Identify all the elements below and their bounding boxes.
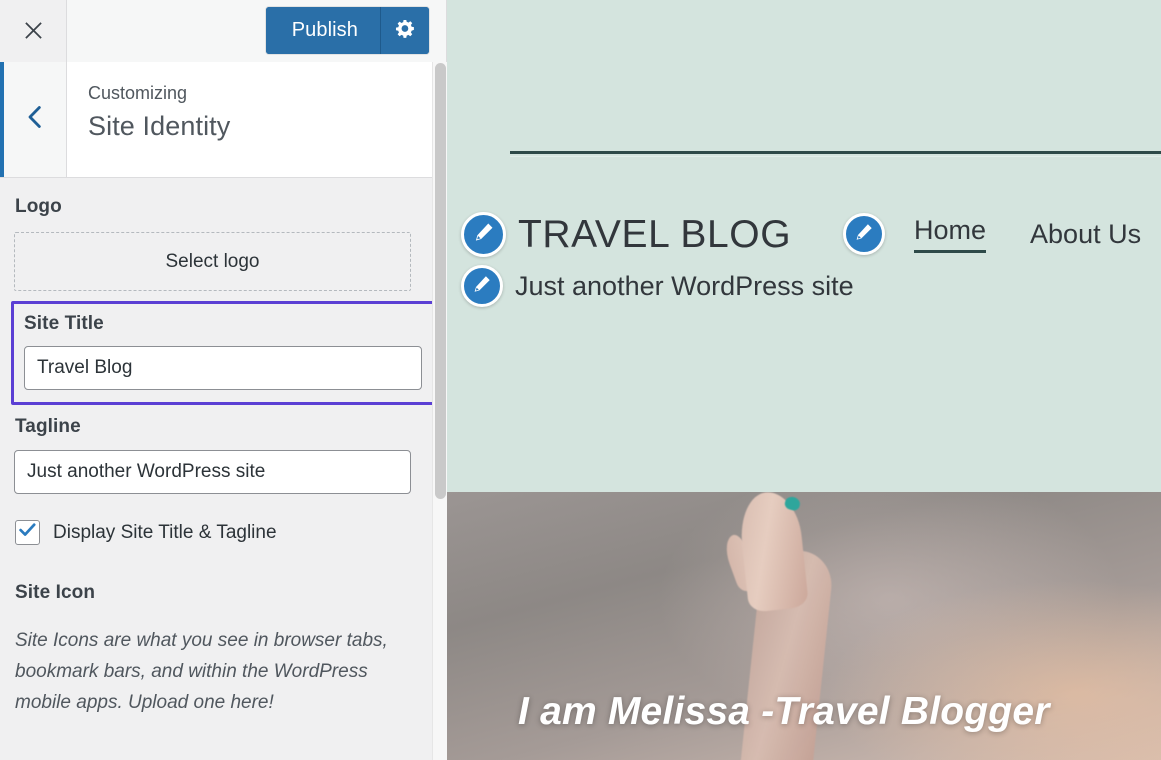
edit-menu-shortcut[interactable] — [843, 213, 885, 255]
section-header-text: Customizing Site Identity — [67, 62, 446, 177]
nav-link-home[interactable]: Home — [914, 215, 987, 253]
preview-site-title-row: TRAVEL BLOG — [461, 212, 854, 257]
pencil-edit-icon — [473, 221, 495, 248]
site-preview: TRAVEL BLOG Just another WordPress site — [447, 0, 1161, 760]
pencil-edit-icon — [854, 222, 874, 247]
site-icon-label: Site Icon — [15, 582, 96, 603]
section-header: Customizing Site Identity — [0, 62, 446, 178]
edit-tagline-shortcut[interactable] — [461, 265, 503, 307]
topbar-actions: Publish — [67, 0, 446, 62]
preview-branding: TRAVEL BLOG Just another WordPress site — [461, 212, 854, 311]
display-title-tagline-checkbox[interactable] — [15, 520, 40, 545]
display-title-tagline-label: Display Site Title & Tagline — [53, 521, 277, 543]
site-title-label: Site Title — [24, 313, 104, 334]
customizing-eyebrow: Customizing — [88, 83, 188, 103]
site-icon-description: Site Icons are what you see in browser t… — [15, 630, 388, 713]
preview-site-title: TRAVEL BLOG — [518, 212, 792, 256]
header-divider — [510, 151, 1161, 157]
preview-nav-links: Home About Us — [914, 215, 1161, 253]
preview-tagline-row: Just another WordPress site — [461, 265, 854, 307]
preview-nav-area: Home About Us — [843, 213, 1161, 255]
tagline-label: Tagline — [15, 416, 81, 437]
edit-site-title-shortcut[interactable] — [461, 212, 506, 257]
panel-scrollbar-thumb[interactable] — [435, 63, 446, 499]
site-title-input[interactable] — [24, 346, 422, 390]
preview-site-tagline: Just another WordPress site — [515, 270, 854, 301]
chevron-left-icon — [24, 104, 46, 135]
control-logo: Logo Select logo — [14, 196, 430, 291]
control-tagline: Tagline — [14, 416, 430, 494]
select-logo-button[interactable]: Select logo — [14, 232, 411, 291]
nav-link-about-us[interactable]: About Us — [1030, 219, 1141, 250]
back-button[interactable] — [0, 62, 67, 177]
publish-group: Publish — [265, 7, 429, 54]
customizer-screen: Publish Customizing Site Identity Logo S… — [0, 0, 1161, 760]
close-customizer-button[interactable] — [0, 0, 67, 62]
publish-settings-button[interactable] — [380, 7, 429, 54]
tagline-input[interactable] — [14, 450, 411, 494]
customizer-topbar: Publish — [0, 0, 446, 62]
control-site-icon: Site Icon Site Icons are what you see in… — [14, 582, 430, 718]
publish-button[interactable]: Publish — [265, 7, 380, 54]
preview-hero: I am Melissa -Travel Blogger — [447, 492, 1161, 760]
panel-scrollbar[interactable] — [432, 62, 447, 760]
logo-label: Logo — [15, 196, 62, 217]
pencil-edit-icon — [472, 274, 492, 299]
customizer-panel: Publish Customizing Site Identity Logo S… — [0, 0, 447, 760]
customizer-controls: Logo Select logo Site Title Tagline — [0, 178, 446, 760]
control-site-title: Site Title — [11, 301, 435, 405]
gear-icon — [395, 18, 416, 44]
preview-site-header: TRAVEL BLOG Just another WordPress site — [447, 0, 1161, 492]
hero-heading: I am Melissa -Travel Blogger — [518, 690, 1050, 733]
section-title: Site Identity — [88, 111, 231, 141]
display-title-tagline-row[interactable]: Display Site Title & Tagline — [15, 520, 430, 545]
check-icon — [19, 523, 36, 542]
close-icon — [21, 18, 46, 43]
